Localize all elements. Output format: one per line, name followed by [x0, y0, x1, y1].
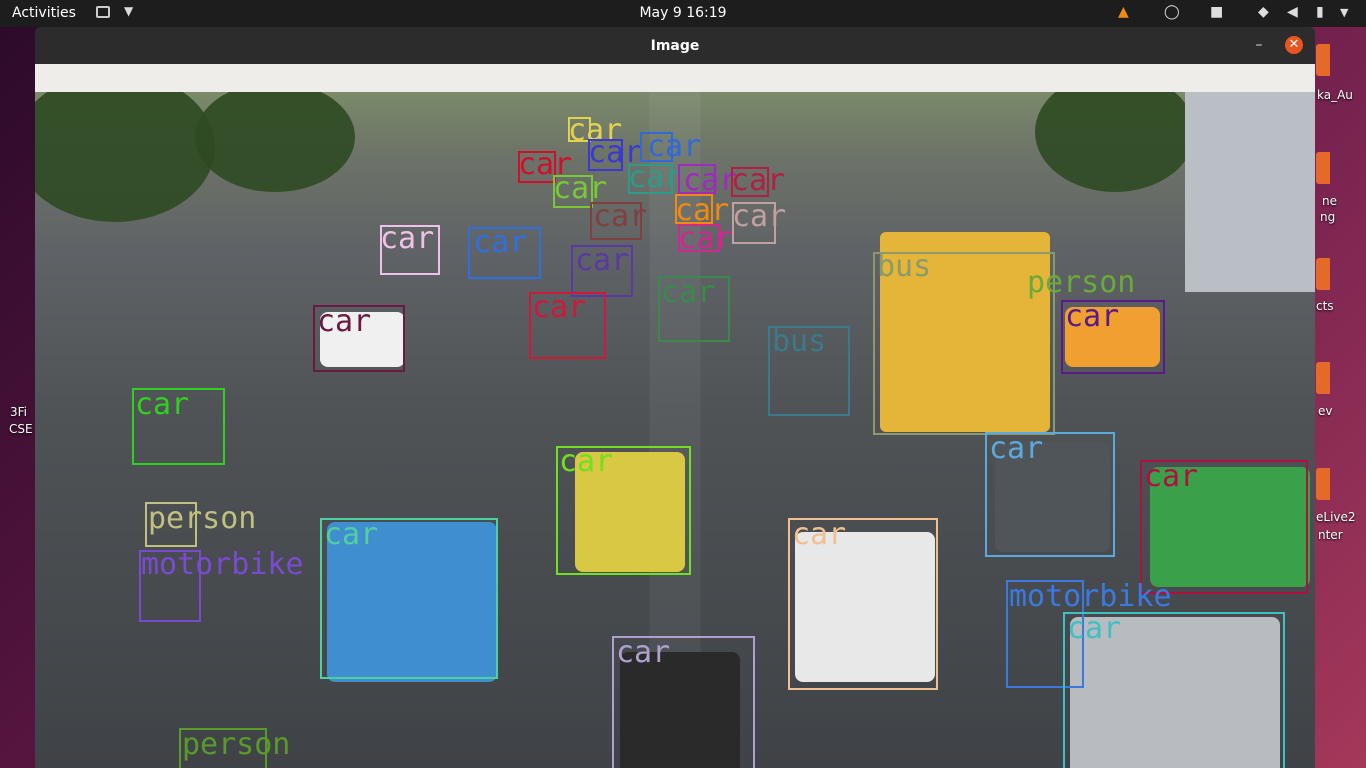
detection-label: car	[575, 243, 630, 278]
detection-label: car	[678, 221, 733, 256]
building	[1185, 92, 1315, 292]
wifi-icon[interactable]: ◆	[1258, 4, 1269, 20]
detection-label: car	[473, 225, 528, 260]
detection-label: car	[1065, 299, 1120, 334]
clock-container: May 9 16:19	[0, 5, 1366, 21]
desktop-label[interactable]: eLive2	[1316, 510, 1356, 524]
desktop-folder-icon[interactable]	[1316, 258, 1330, 290]
detection-label: car	[532, 290, 587, 325]
window-titlebar[interactable]: Image – ✕	[35, 27, 1315, 64]
desktop-label[interactable]: ne	[1322, 194, 1337, 208]
battery-icon[interactable]: ▮	[1316, 4, 1324, 20]
desktop-label[interactable]: 3Fi	[10, 405, 27, 419]
volume-icon[interactable]: ◀	[1287, 4, 1298, 20]
window-title: Image	[650, 38, 700, 54]
desktop-label[interactable]: ev	[1318, 404, 1332, 418]
image-window[interactable]: Image – ✕ car car car car car car car ca…	[35, 27, 1315, 768]
detection-label: car	[731, 163, 786, 198]
chevron-down-icon[interactable]: ▼	[124, 4, 133, 18]
desktop-folder-icon[interactable]	[1316, 468, 1330, 500]
whatsapp-icon[interactable]: ◯	[1164, 4, 1180, 20]
detection-label: car	[324, 517, 379, 552]
detection-label: car	[1067, 611, 1122, 646]
detection-label: person	[182, 727, 291, 762]
desktop-label[interactable]: CSE	[9, 422, 33, 436]
detection-label: car	[989, 431, 1044, 466]
detection-label: car	[559, 444, 614, 479]
desktop-label[interactable]: nter	[1318, 528, 1343, 542]
detection-label: car	[647, 129, 702, 164]
detection-label: car	[732, 199, 787, 234]
detection-label: car	[1144, 459, 1199, 494]
detection-label: car	[380, 221, 435, 256]
desktop-label[interactable]: ka_Au	[1317, 88, 1353, 102]
desktop-label[interactable]: ng	[1320, 210, 1335, 224]
detection-label: person	[148, 501, 257, 536]
window-toolbar	[35, 64, 1315, 92]
detection-label: car	[135, 387, 190, 422]
desktop-folder-icon[interactable]	[1316, 152, 1330, 184]
detection-label: bus	[772, 324, 827, 359]
camera-icon[interactable]: ■	[1210, 4, 1223, 20]
tree	[1035, 92, 1195, 192]
detection-label: motorbike	[141, 547, 304, 582]
tree	[35, 92, 215, 222]
detection-label: car	[792, 517, 847, 552]
app-menu-icon[interactable]	[96, 6, 110, 18]
detection-label: car	[616, 635, 671, 670]
detection-label: bus	[877, 249, 932, 284]
detection-label: motorbike	[1009, 579, 1172, 614]
detection-label: car	[661, 275, 716, 310]
detection-label: person	[1027, 265, 1136, 300]
detection-label: car	[317, 304, 372, 339]
vlc-icon[interactable]: ▲	[1118, 4, 1129, 20]
desktop-label[interactable]: cts	[1316, 299, 1334, 313]
detection-label: car	[683, 163, 738, 198]
detection-image: car car car car car car car car car car …	[35, 92, 1315, 768]
detection-label: car	[593, 199, 648, 234]
chevron-down-icon[interactable]: ▼	[1340, 6, 1348, 19]
top-bar: Activities ▼ May 9 16:19 ▲ ◯ ■ ◆ ◀ ▮ ▼	[0, 0, 1366, 27]
clock[interactable]: May 9 16:19	[639, 5, 726, 21]
tree	[195, 92, 355, 192]
desktop-folder-icon[interactable]	[1316, 44, 1330, 76]
activities-button[interactable]: Activities	[12, 5, 76, 21]
minimize-button[interactable]: –	[1251, 37, 1267, 53]
close-button[interactable]: ✕	[1285, 36, 1303, 54]
detection-label: car	[628, 160, 683, 195]
desktop-folder-icon[interactable]	[1316, 362, 1330, 394]
